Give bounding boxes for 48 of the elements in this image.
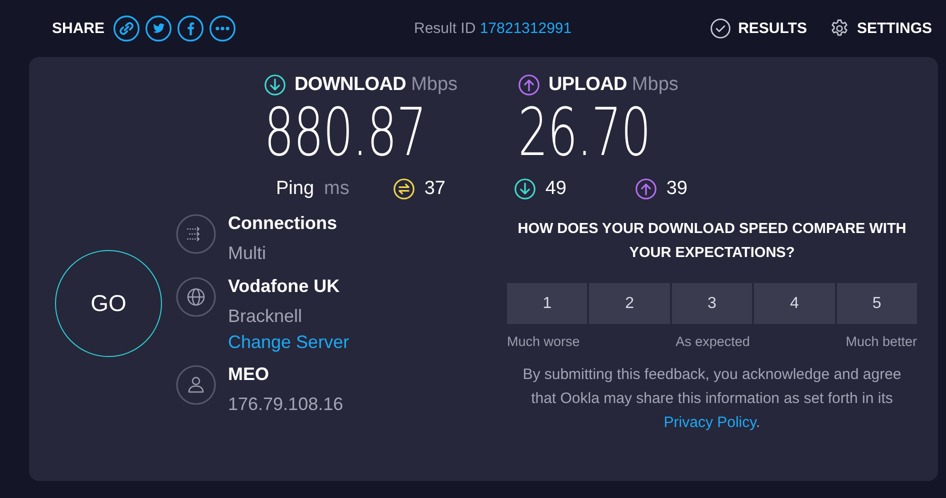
settings-link[interactable]: SETTINGS: [828, 18, 932, 39]
rating-option[interactable]: 1: [507, 283, 588, 324]
download-icon: [264, 74, 286, 96]
scale-label: Much worse: [507, 334, 580, 349]
result-id-label: Result ID: [414, 20, 476, 37]
link-icon[interactable]: [112, 15, 140, 42]
download-ping-icon: [514, 178, 536, 200]
info-title: MEO: [228, 363, 270, 386]
feedback-disclaimer: By submitting this feedback, you acknowledge and agree that Ookla may share this information as set forth in its Privacy Policy.: [522, 365, 902, 433]
upload-label: UPLOAD: [548, 74, 627, 96]
unit-label: Mbps: [411, 74, 458, 96]
ping-value: 39: [666, 178, 688, 200]
info-title: Connections: [228, 212, 338, 235]
twitter-icon[interactable]: [144, 15, 172, 42]
globe-icon: [176, 277, 216, 317]
result-id-link[interactable]: 17821312991: [480, 20, 572, 37]
ping-label: Ping: [276, 178, 314, 200]
download-label: DOWNLOAD: [294, 74, 406, 96]
more-icon[interactable]: [208, 15, 236, 42]
facebook-icon[interactable]: [176, 15, 204, 42]
rating-option[interactable]: 2: [589, 283, 670, 324]
privacy-policy-link[interactable]: Privacy Policy: [664, 414, 756, 431]
ping-unit: ms: [324, 178, 350, 200]
ping-value: 37: [424, 178, 446, 200]
info-subtitle: Bracknell: [228, 305, 304, 328]
upload-ping-icon: [635, 178, 658, 200]
upload-speed-value: 26.70: [518, 96, 650, 170]
info-subtitle: Multi: [228, 242, 268, 265]
scale-label: As expected: [676, 334, 750, 349]
go-button[interactable]: GO: [55, 250, 162, 357]
scale-label: Much better: [846, 334, 917, 349]
check-circle-icon: [710, 18, 732, 39]
arrows-icon: [176, 214, 216, 254]
rating-option[interactable]: 3: [672, 283, 752, 324]
info-subtitle: 176.79.108.16: [228, 393, 344, 416]
info-title: Vodafone UK: [228, 275, 341, 298]
results-link[interactable]: RESULTS: [710, 18, 807, 39]
change-server-link[interactable]: Change Server: [228, 332, 350, 353]
survey-question: HOW DOES YOUR DOWNLOAD SPEED COMPARE WITH YOUR EXPECTATIONS?: [516, 220, 908, 263]
rating-option[interactable]: 5: [836, 283, 917, 324]
upload-icon: [518, 74, 540, 96]
idle-ping-icon: [393, 178, 416, 200]
download-speed-value: 880.87: [264, 96, 426, 170]
unit-label: Mbps: [632, 74, 678, 96]
person-icon: [176, 365, 216, 405]
share-label: SHARE: [52, 20, 105, 37]
rating-option[interactable]: 4: [754, 283, 835, 324]
ping-value: 49: [545, 178, 566, 200]
